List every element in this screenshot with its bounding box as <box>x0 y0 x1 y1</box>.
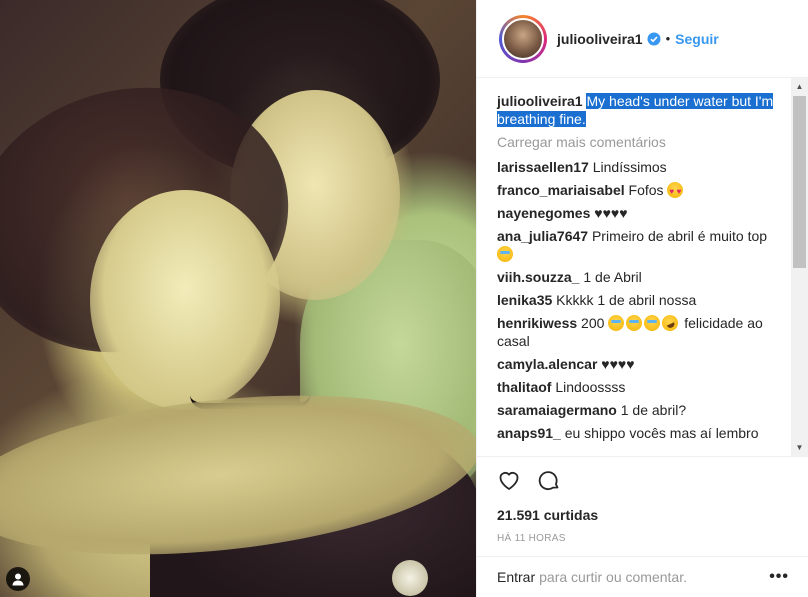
crying-laughing-icon <box>644 315 661 331</box>
caption-username[interactable]: juliooliveira1 <box>497 93 583 109</box>
comment-text: Fofos <box>628 182 664 198</box>
rolling-laughing-icon <box>659 312 681 334</box>
comment-text: Lindíssimos <box>592 159 667 175</box>
crying-laughing-icon <box>497 246 513 262</box>
author-username[interactable]: juliooliveira1 <box>557 31 643 47</box>
comment-username[interactable]: franco_mariaisabel <box>497 182 625 198</box>
comment-text: Primeiro de abril é muito top <box>591 228 768 244</box>
avatar[interactable] <box>499 14 547 63</box>
comment-username[interactable]: camyla.alencar <box>497 356 597 372</box>
crying-laughing-icon <box>626 315 643 331</box>
scroll-down-arrow-icon[interactable]: ▼ <box>791 439 808 456</box>
crying-laughing-icon <box>608 315 625 331</box>
comment-text: Kkkkk 1 de abril nossa <box>556 292 697 308</box>
photo-region <box>90 190 280 410</box>
comment-text: ♥♥♥♥ <box>594 205 628 221</box>
comment-item: nayenegomes ♥♥♥♥ <box>497 204 791 222</box>
comment-icon[interactable] <box>537 468 561 492</box>
comment-username[interactable]: larissaellen17 <box>497 159 589 175</box>
follow-button[interactable]: Seguir <box>675 31 719 47</box>
comment-prompt: para curtir ou comentar. <box>539 569 687 585</box>
action-icons <box>497 467 789 493</box>
comment-text: ♥♥♥♥ <box>601 356 635 372</box>
post-actions: 21.591 curtidas HÁ 11 HORAS <box>477 456 808 544</box>
comment-item: anaps91_ eu shippo vocês mas aí lembro <box>497 424 791 442</box>
comment-username[interactable]: henrikiwess <box>497 315 577 331</box>
comment-username[interactable]: viih.souzza_ <box>497 269 579 285</box>
post-header: juliooliveira1 • Seguir <box>477 0 808 78</box>
comment-username[interactable]: thalitaof <box>497 379 551 395</box>
verified-badge-icon <box>647 32 661 46</box>
comment-text: 1 de Abril <box>583 269 642 285</box>
comment-item: saramaiagermano 1 de abril? <box>497 401 791 419</box>
comment-item: lenika35 Kkkkk 1 de abril nossa <box>497 291 791 309</box>
comment-username[interactable]: saramaiagermano <box>497 402 617 418</box>
likes-count[interactable]: 21.591 curtidas <box>497 507 789 523</box>
comment-username[interactable]: anaps91_ <box>497 425 561 441</box>
comment-item: henrikiwess 200 felicidade ao casal <box>497 312 791 350</box>
comment-item: franco_mariaisabel Fofos <box>497 181 791 201</box>
comment-item: larissaellen17 Lindíssimos <box>497 158 791 176</box>
scroll-up-arrow-icon[interactable]: ▲ <box>791 78 808 95</box>
heart-icon[interactable] <box>497 468 521 492</box>
post-photo[interactable] <box>0 0 476 597</box>
avatar-image <box>502 17 544 60</box>
comment-item: thalitaof Lindoossss <box>497 378 791 396</box>
comment-text: 1 de abril? <box>620 402 687 418</box>
login-link[interactable]: Entrar <box>497 569 535 585</box>
comment-username[interactable]: ana_julia7647 <box>497 228 588 244</box>
heart-eyes-icon <box>667 182 684 201</box>
more-options-button[interactable]: ••• <box>769 568 789 586</box>
tagged-people-button[interactable] <box>6 567 30 591</box>
comment-username[interactable]: lenika35 <box>497 292 552 308</box>
scrollbar-thumb[interactable] <box>793 96 806 268</box>
comment-text: 200 <box>581 315 605 331</box>
post-sidebar: juliooliveira1 • Seguir juliooliveira1 M… <box>476 0 808 597</box>
post-timestamp: HÁ 11 HORAS <box>497 533 566 544</box>
post-caption: juliooliveira1 My head's under water but… <box>497 92 791 128</box>
comment-item: ana_julia7647 Primeiro de abril é muito … <box>497 227 791 263</box>
comments-scrollbar[interactable]: ▲ ▼ <box>791 78 808 456</box>
comment-text: Lindoossss <box>555 379 626 395</box>
load-more-comments-link[interactable]: Carregar mais comentários <box>497 134 791 150</box>
comments-list[interactable]: juliooliveira1 My head's under water but… <box>477 78 791 456</box>
comment-text: eu shippo vocês mas aí lembro <box>564 425 759 441</box>
photo-region <box>392 560 428 596</box>
instagram-post-view: juliooliveira1 • Seguir juliooliveira1 M… <box>0 0 808 597</box>
add-comment-bar: Entrar para curtir ou comentar. ••• <box>477 556 808 597</box>
comment-item: viih.souzza_ 1 de Abril <box>497 268 791 286</box>
comment-item: camyla.alencar ♥♥♥♥ <box>497 355 791 373</box>
comment-username[interactable]: nayenegomes <box>497 205 590 221</box>
separator-dot: • <box>665 31 671 46</box>
person-icon <box>12 573 24 586</box>
